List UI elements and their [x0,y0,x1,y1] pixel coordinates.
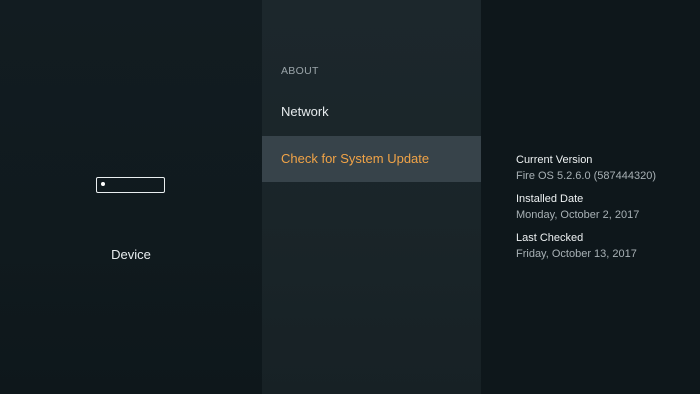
info-label: Installed Date [516,193,584,205]
settings-screen: Device ABOUT Network Check for System Up… [0,0,700,394]
device-label: Device [111,247,151,262]
menu-item-check-for-system-update[interactable]: Check for System Update [262,136,481,182]
info-label: Current Version [516,154,593,166]
settings-menu: ABOUT Network Check for System Update [262,0,481,394]
device-led [101,182,105,186]
section-header-about: ABOUT [281,65,319,77]
info-value: Friday, October 13, 2017 [516,248,637,260]
info-label: Last Checked [516,232,584,244]
details-panel: Current Version Fire OS 5.2.6.0 (5874443… [481,0,700,394]
info-value: Monday, October 2, 2017 [516,209,640,221]
menu-item-network[interactable]: Network [262,89,481,135]
last-checked-info: Last Checked Friday, October 13, 2017 [516,231,637,262]
device-panel: Device [0,0,262,394]
current-version-info: Current Version Fire OS 5.2.6.0 (5874443… [516,153,656,184]
info-value: Fire OS 5.2.6.0 (587444320) [516,170,657,182]
installed-date-info: Installed Date Monday, October 2, 2017 [516,192,639,223]
fire-tv-stick-icon [96,177,165,193]
